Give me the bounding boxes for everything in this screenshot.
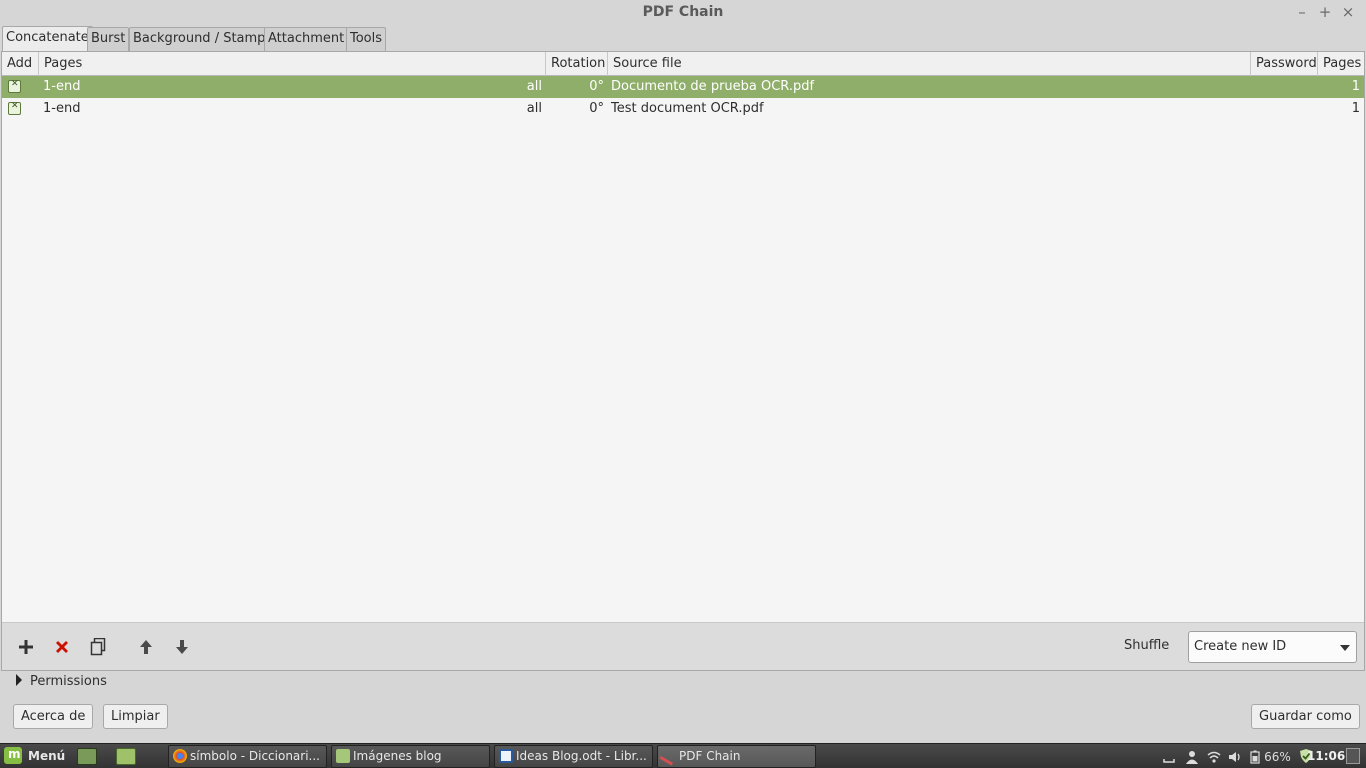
task-label: Ideas Blog.odt - Libr... — [516, 749, 647, 763]
minimize-button[interactable]: – — [1293, 3, 1311, 21]
table-row[interactable]: 1-end all 0° Test document OCR.pdf 1 — [2, 98, 1364, 120]
table-row[interactable]: 1-end all 0° Documento de prueba OCR.pdf… — [2, 76, 1364, 98]
concatenate-panel: Add Pages Rotation Source file Password … — [1, 51, 1365, 671]
show-desktop-icon[interactable] — [77, 748, 97, 765]
menu-label: Menú — [28, 749, 66, 763]
column-add[interactable]: Add — [2, 52, 39, 76]
remove-file-button[interactable] — [50, 635, 74, 659]
page-count-cell: 1 — [1351, 101, 1360, 116]
column-rotation[interactable]: Rotation — [546, 52, 608, 76]
task-writer[interactable]: Ideas Blog.odt - Libr... — [494, 745, 653, 768]
chevron-down-icon — [1340, 645, 1350, 651]
task-label: símbolo - Diccionari... — [190, 749, 320, 763]
file-toolbar: Shuffle Create new ID — [2, 622, 1364, 670]
id-select[interactable]: Create new ID — [1188, 631, 1357, 663]
window-title: PDF Chain — [642, 4, 724, 20]
shuffle-label: Shuffle — [1124, 638, 1170, 653]
start-menu-button[interactable]: Menú — [4, 745, 66, 766]
folder-icon — [336, 749, 350, 763]
volume-icon[interactable] — [1228, 750, 1242, 764]
workspace-switcher-icon[interactable] — [1346, 748, 1360, 764]
tab-burst[interactable]: Burst — [87, 27, 130, 51]
tab-tools[interactable]: Tools — [346, 27, 387, 51]
expand-arrow-icon — [16, 674, 22, 686]
task-folder[interactable]: Imágenes blog — [331, 745, 490, 768]
source-file-cell[interactable]: Documento de prueba OCR.pdf — [611, 76, 814, 98]
taskbar: Menú símbolo - Diccionari... Imágenes bl… — [0, 743, 1366, 768]
chain-icon — [659, 746, 679, 766]
mint-logo-icon — [4, 745, 22, 764]
save-as-button[interactable]: Guardar como — [1251, 704, 1360, 729]
rotation-cell[interactable]: 0° — [562, 98, 604, 120]
keyboard-icon[interactable] — [1163, 750, 1175, 764]
clock[interactable]: 11:06 — [1307, 748, 1345, 765]
task-label: Imágenes blog — [353, 749, 442, 763]
source-file-cell[interactable]: Test document OCR.pdf — [611, 98, 764, 120]
tab-bar: Concatenate Burst Background / Stamp Att… — [0, 26, 1366, 52]
move-up-button[interactable] — [134, 635, 158, 659]
range-cell[interactable]: all — [502, 76, 542, 98]
task-chrome[interactable]: símbolo - Diccionari... — [168, 745, 327, 768]
add-icon — [19, 640, 33, 654]
pages-cell[interactable]: 1-end — [43, 76, 80, 98]
battery-level: 66% — [1264, 750, 1291, 764]
column-page-count[interactable]: Pages — [1318, 52, 1364, 76]
add-checkbox[interactable] — [8, 79, 21, 93]
add-checkbox[interactable] — [8, 101, 21, 115]
copy-file-button[interactable] — [86, 635, 110, 659]
column-pages[interactable]: Pages — [39, 52, 546, 76]
clear-button[interactable]: Limpiar — [103, 704, 168, 729]
move-down-button[interactable] — [170, 635, 194, 659]
move-down-icon — [176, 640, 188, 654]
column-password[interactable]: Password — [1251, 52, 1318, 76]
permissions-expander[interactable]: Permissions — [16, 674, 107, 690]
rotation-cell[interactable]: 0° — [562, 76, 604, 98]
file-manager-icon[interactable] — [116, 748, 136, 765]
table-header: Add Pages Rotation Source file Password … — [2, 52, 1364, 76]
close-button[interactable]: × — [1339, 3, 1357, 21]
user-icon[interactable] — [1185, 750, 1199, 764]
battery-icon[interactable] — [1250, 750, 1260, 764]
tray-icons: 66% — [1163, 748, 1313, 765]
column-source-file[interactable]: Source file — [608, 52, 1251, 76]
tab-background-stamp[interactable]: Background / Stamp — [129, 27, 270, 51]
range-cell[interactable]: all — [502, 98, 542, 120]
permissions-label: Permissions — [30, 674, 107, 689]
page-count-cell: 1 — [1351, 79, 1360, 94]
title-bar: PDF Chain – + × — [0, 0, 1366, 26]
writer-document-icon — [499, 749, 513, 763]
chrome-icon — [173, 749, 187, 763]
tab-concatenate[interactable]: Concatenate — [2, 26, 93, 52]
tab-attachment[interactable]: Attachment — [264, 27, 349, 51]
add-file-button[interactable] — [14, 635, 38, 659]
task-pdf-chain[interactable]: PDF Chain — [657, 745, 816, 768]
id-select-value: Create new ID — [1194, 639, 1287, 654]
about-button[interactable]: Acerca de — [13, 704, 94, 729]
task-label: PDF Chain — [679, 749, 741, 763]
move-up-icon — [140, 640, 152, 654]
pages-cell[interactable]: 1-end — [43, 98, 80, 120]
maximize-button[interactable]: + — [1316, 3, 1334, 21]
wifi-icon[interactable] — [1207, 750, 1221, 764]
remove-icon — [56, 641, 68, 653]
copy-icon — [90, 637, 106, 656]
